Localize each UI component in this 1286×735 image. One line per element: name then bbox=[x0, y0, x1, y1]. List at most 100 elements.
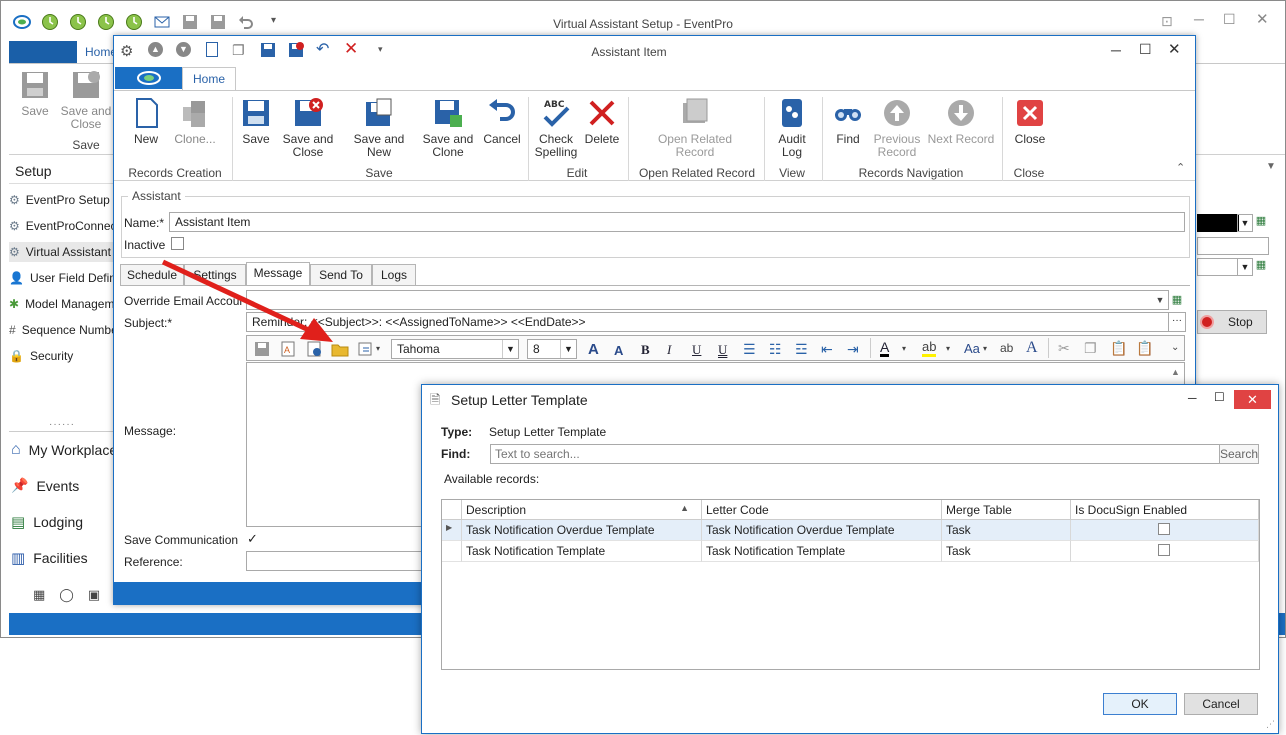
cell-description[interactable]: Task Notification Template bbox=[462, 541, 702, 562]
font-dialog-icon[interactable]: A bbox=[1026, 339, 1038, 357]
close-button[interactable]: ✕ bbox=[1168, 40, 1181, 58]
dropdown-arrow-icon[interactable]: ▼ bbox=[1237, 214, 1253, 232]
search-button[interactable]: Search bbox=[1219, 444, 1259, 464]
ok-button[interactable]: OK bbox=[1103, 693, 1177, 715]
nav-item-eventproconnect[interactable]: ⚙ EventProConnect bbox=[9, 216, 113, 236]
dropdown-arrow-icon[interactable]: ▼ bbox=[1237, 258, 1253, 276]
grow-font-icon[interactable]: A bbox=[588, 341, 599, 358]
copy-icon[interactable]: ❐ bbox=[1084, 340, 1097, 357]
delete-button[interactable]: Delete bbox=[582, 97, 622, 146]
column-description[interactable]: Description ▲ bbox=[462, 500, 702, 520]
paste-special-icon[interactable]: 📋 bbox=[1136, 340, 1153, 357]
tab-home[interactable]: Home bbox=[182, 67, 236, 91]
clock-icon[interactable] bbox=[97, 13, 115, 31]
grid-icon[interactable]: ▦ bbox=[1253, 214, 1269, 232]
undo-icon[interactable]: ↶ bbox=[316, 39, 329, 59]
close-button[interactable]: ✕ bbox=[1234, 390, 1271, 409]
cancel-icon[interactable]: ✕ bbox=[344, 39, 358, 59]
check-spelling-button[interactable]: ABC Check Spelling bbox=[532, 97, 580, 159]
docusign-checkbox[interactable] bbox=[1158, 523, 1170, 535]
dropdown-arrow-icon[interactable]: ▾ bbox=[376, 344, 380, 353]
merge-field-icon[interactable] bbox=[305, 340, 323, 358]
mail-icon[interactable] bbox=[153, 13, 171, 31]
change-case-icon[interactable]: Aa bbox=[964, 341, 980, 356]
nav-item-security[interactable]: 🔒 Security bbox=[9, 346, 113, 366]
restore-icon[interactable]: ⊡ bbox=[1161, 13, 1173, 30]
cancel-button[interactable]: Cancel bbox=[480, 97, 524, 146]
save-button[interactable]: Save bbox=[13, 69, 57, 118]
highlight-icon[interactable]: ab bbox=[922, 340, 937, 357]
tab-schedule[interactable]: Schedule bbox=[120, 264, 184, 286]
docusign-checkbox[interactable] bbox=[1158, 544, 1170, 556]
cell-merge-table[interactable]: Task bbox=[942, 541, 1071, 562]
clipboard-icon[interactable]: ▣ bbox=[88, 587, 100, 603]
decrease-indent-icon[interactable]: ⇤ bbox=[821, 341, 833, 358]
dropdown-arrow-icon[interactable]: ▼ bbox=[1152, 291, 1168, 309]
grid-icon[interactable]: ▦ bbox=[1253, 258, 1269, 276]
cell-letter-code[interactable]: Task Notification Template bbox=[702, 541, 942, 562]
increase-indent-icon[interactable]: ⇥ bbox=[847, 341, 859, 358]
save-button[interactable]: Save bbox=[238, 97, 274, 146]
settings-gear-icon[interactable]: ⚙ bbox=[120, 42, 133, 60]
scroll-up-icon[interactable]: ▲ bbox=[1167, 363, 1184, 381]
override-email-select[interactable] bbox=[246, 290, 1169, 310]
resize-grip-icon[interactable]: ⋰ bbox=[1266, 719, 1275, 730]
close-button[interactable]: ✕ bbox=[1256, 10, 1269, 28]
save-close-icon[interactable] bbox=[209, 13, 227, 31]
maximize-button[interactable]: ☐ bbox=[1223, 11, 1236, 28]
find-button[interactable]: Find bbox=[830, 97, 866, 146]
cancel-button[interactable]: Cancel bbox=[1184, 693, 1258, 715]
audit-log-button[interactable]: Audit Log bbox=[770, 97, 814, 159]
chat-icon[interactable]: ◯ bbox=[59, 587, 74, 603]
color-swatch[interactable] bbox=[1197, 214, 1239, 232]
clone-icon[interactable]: ❐ bbox=[232, 42, 245, 59]
clone-button[interactable]: Clone... bbox=[170, 97, 220, 146]
ellipsis-button[interactable]: ··· bbox=[1168, 312, 1186, 332]
dropdown-arrow-icon[interactable]: ▾ bbox=[902, 344, 906, 353]
nav-item-eventpro-setup[interactable]: ⚙ EventPro Setup bbox=[9, 190, 113, 210]
previous-record-button[interactable]: Previous Record bbox=[870, 97, 924, 159]
underline-icon[interactable]: U bbox=[692, 342, 701, 358]
maximize-button[interactable]: ☐ bbox=[1214, 390, 1225, 404]
field-input[interactable] bbox=[1197, 237, 1269, 255]
undo-icon[interactable] bbox=[237, 13, 255, 31]
next-record-button[interactable]: Next Record bbox=[926, 97, 996, 146]
numbered-list-icon[interactable]: ☷ bbox=[769, 341, 782, 358]
chevron-down-icon[interactable]: ▼ bbox=[1266, 161, 1276, 172]
double-underline-icon[interactable]: U bbox=[718, 342, 727, 358]
nav-item-virtual-assistant[interactable]: ⚙ Virtual Assistant bbox=[9, 242, 113, 262]
dropdown-arrow-icon[interactable]: ▼ bbox=[560, 340, 576, 358]
open-related-record-button[interactable]: Open Related Record bbox=[646, 97, 744, 159]
file-tab[interactable] bbox=[115, 67, 183, 89]
save-new-button[interactable]: Save and New bbox=[340, 97, 418, 159]
shrink-font-icon[interactable]: A bbox=[614, 343, 623, 358]
open-folder-icon[interactable] bbox=[331, 340, 349, 358]
font-name-select[interactable]: Tahoma bbox=[391, 339, 519, 359]
tab-logs[interactable]: Logs bbox=[372, 264, 416, 286]
tab-message[interactable]: Message bbox=[246, 262, 310, 286]
save-icon[interactable] bbox=[253, 340, 271, 358]
file-tab[interactable] bbox=[9, 41, 77, 63]
find-input[interactable] bbox=[490, 444, 1221, 464]
multilevel-list-icon[interactable]: ☲ bbox=[795, 341, 808, 358]
nav-item-user-field-definitions[interactable]: 👤 User Field Definitions bbox=[9, 268, 113, 288]
paste-icon[interactable]: 📋 bbox=[1110, 340, 1127, 357]
stop-button[interactable]: Stop bbox=[1197, 310, 1267, 334]
italic-icon[interactable]: I bbox=[667, 342, 671, 358]
column-letter-code[interactable]: Letter Code bbox=[702, 500, 942, 520]
nav-lodging[interactable]: ▤ Lodging bbox=[11, 513, 115, 531]
minimize-button[interactable]: ─ bbox=[1188, 391, 1197, 405]
minimize-button[interactable]: ─ bbox=[1111, 42, 1121, 58]
nav-item-sequence-numbers[interactable]: # Sequence Numbers bbox=[9, 320, 113, 340]
column-docusign[interactable]: Is DocuSign Enabled bbox=[1071, 500, 1259, 520]
toolbar-overflow-icon[interactable]: ⌄ bbox=[1171, 342, 1179, 353]
up-arrow-icon[interactable]: ▲ bbox=[148, 42, 163, 57]
splitter-grip-icon[interactable]: ······ bbox=[49, 419, 75, 430]
maximize-button[interactable]: ☐ bbox=[1139, 41, 1152, 58]
name-input[interactable]: Assistant Item bbox=[169, 212, 1185, 232]
report-icon[interactable]: ▦ bbox=[33, 587, 45, 603]
dropdown-arrow-icon[interactable]: ▼ bbox=[502, 340, 518, 358]
save-close-icon[interactable] bbox=[288, 42, 304, 58]
bullet-list-icon[interactable]: ☰ bbox=[743, 341, 756, 358]
grid-lookup-icon[interactable]: ▦ bbox=[1168, 290, 1186, 310]
